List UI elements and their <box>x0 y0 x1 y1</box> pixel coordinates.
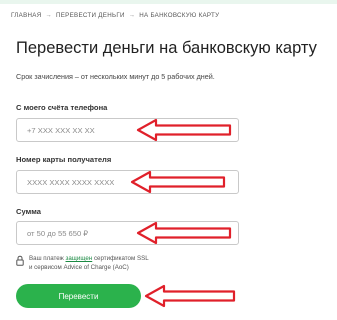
red-arrow-annotation <box>130 170 226 194</box>
breadcrumb-transfer[interactable]: ПЕРЕВЕСТИ ДЕНЬГИ <box>56 12 125 19</box>
breadcrumb-home[interactable]: ГЛАВНАЯ <box>11 12 41 19</box>
page-title: Перевести деньги на банковскую карту <box>16 39 317 57</box>
lock-icon <box>16 255 24 266</box>
page-subtitle: Срок зачисления – от нескольких минут до… <box>16 72 215 81</box>
security-prefix: Ваш платеж <box>29 255 66 262</box>
security-note: Ваш платеж защищен сертификатом SSL и се… <box>16 254 149 272</box>
security-line2: и сервисом Advice of Charge (AoC) <box>29 264 129 271</box>
submit-transfer-button[interactable]: Перевести <box>16 284 141 308</box>
amount-label: Сумма <box>16 207 41 216</box>
red-arrow-annotation <box>144 284 236 308</box>
breadcrumb-separator: → <box>45 11 52 19</box>
breadcrumb-current: НА БАНКОВСКУЮ КАРТУ <box>139 11 220 19</box>
breadcrumb: ГЛАВНАЯ → ПЕРЕВЕСТИ ДЕНЬГИ → НА БАНКОВСК… <box>11 8 219 22</box>
red-arrow-annotation <box>136 118 232 142</box>
card-label: Номер карты получателя <box>16 155 112 164</box>
red-arrow-annotation <box>136 221 232 245</box>
phone-label: С моего счёта телефона <box>16 103 108 112</box>
breadcrumb-separator: → <box>128 11 136 19</box>
security-text: Ваш платеж защищен сертификатом SSL и се… <box>29 254 149 272</box>
top-strip <box>0 0 337 4</box>
security-link[interactable]: защищен <box>66 255 93 262</box>
security-suffix: сертификатом SSL <box>92 255 149 262</box>
